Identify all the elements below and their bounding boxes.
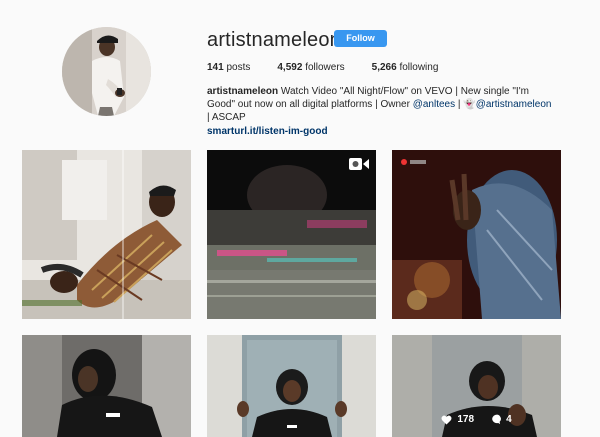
post-thumbnail-4[interactable]: [22, 335, 191, 437]
post-hover-overlay: 178 4: [392, 335, 561, 437]
following-label: following: [399, 62, 439, 73]
profile-bio: artistnameleon Watch Video "All Night/Fl…: [207, 85, 552, 138]
post-thumbnail-2[interactable]: [207, 150, 376, 319]
posts-stat: 141 posts: [207, 62, 250, 74]
bio-mention-anltees[interactable]: @anltees: [413, 99, 455, 110]
profile-avatar[interactable]: [62, 27, 151, 116]
bio-website-link[interactable]: smarturl.it/listen-im-good: [207, 125, 552, 138]
post-thumbnail-5[interactable]: [207, 335, 376, 437]
followers-stat[interactable]: 4,592 followers: [277, 62, 344, 74]
comment-icon: [490, 414, 506, 425]
following-stat[interactable]: 5,266 following: [372, 62, 439, 74]
following-count: 5,266: [371, 62, 397, 73]
post-thumbnail-3[interactable]: [392, 150, 561, 319]
posts-label: posts: [226, 62, 251, 73]
bio-name: artistnameleon: [207, 86, 279, 97]
post-thumbnail-6[interactable]: 178 4: [392, 335, 561, 437]
follow-button[interactable]: Follow: [334, 30, 387, 47]
likes-count: 178: [457, 414, 475, 425]
heart-icon: [441, 415, 457, 425]
profile-username: artistnameleon: [207, 29, 341, 51]
profile-stats: 141 posts 4,592 followers 5,266 followin…: [207, 62, 465, 74]
video-camera-icon: [349, 157, 369, 171]
bio-text-3: | ASCAP: [207, 112, 246, 123]
comments-count-group: 4: [490, 414, 512, 425]
post-thumbnail-1[interactable]: [22, 150, 191, 319]
followers-count: 4,592: [277, 62, 303, 73]
followers-label: followers: [305, 62, 345, 73]
posts-count: 141: [207, 62, 224, 73]
ghost-emoji: 👻: [463, 99, 476, 110]
likes-count-group: 178: [441, 414, 474, 425]
bio-mention-artistnameleon[interactable]: @artistnameleon: [476, 99, 552, 110]
comments-count: 4: [506, 414, 512, 425]
